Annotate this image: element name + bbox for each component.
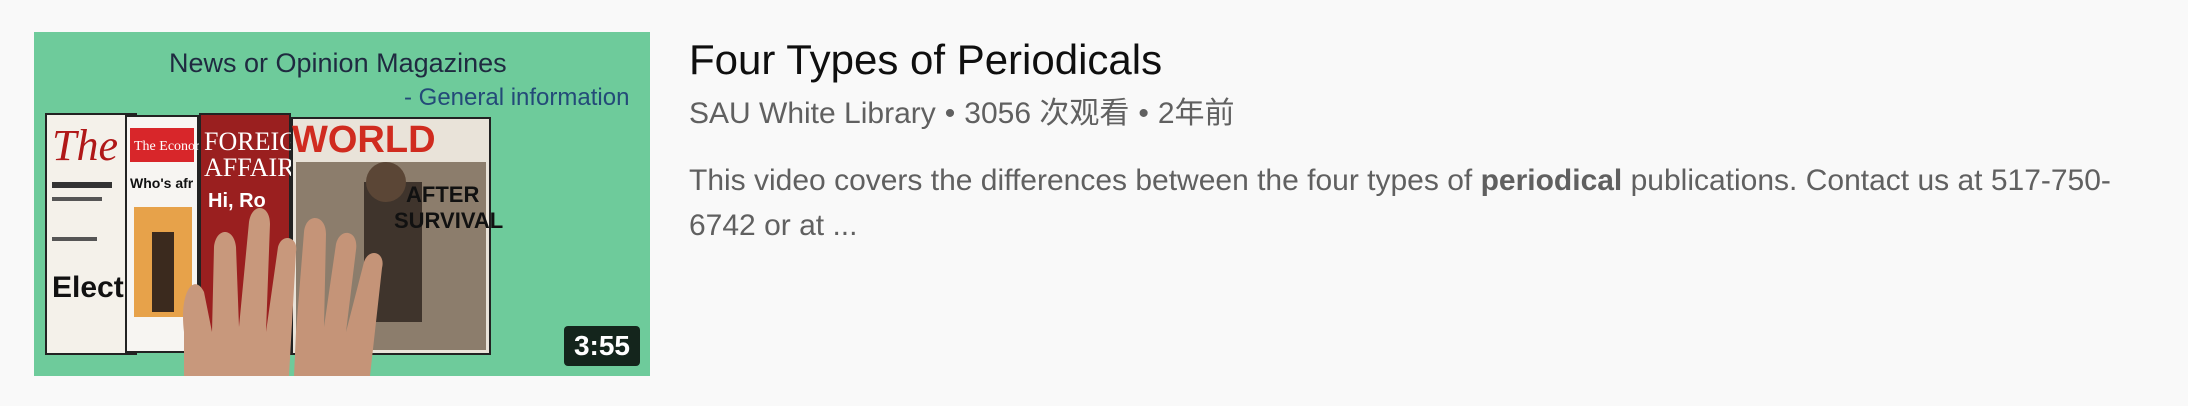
description-text: This video covers the differences betwee… — [689, 164, 1481, 197]
view-count: 3056 次观看 — [964, 97, 1130, 130]
video-metadata: SAU White Library • 3056 次观看 • 2年前 — [689, 94, 2169, 134]
meta-separator: • — [944, 97, 956, 130]
svg-text:Electi: Electi — [52, 271, 132, 304]
video-description: This video covers the differences betwee… — [689, 158, 2169, 248]
thumbnail-subheading: - General information — [404, 84, 630, 111]
svg-text:WORLD: WORLD — [292, 119, 436, 161]
svg-text:SURVIVAL: SURVIVAL — [394, 208, 503, 233]
svg-text:AFFAIR: AFFAIR — [204, 153, 295, 182]
channel-name-link[interactable]: SAU White Library — [689, 97, 936, 130]
svg-text:Who's afr: Who's afr — [130, 175, 194, 191]
upload-age: 2年前 — [1157, 97, 1235, 130]
video-info: Four Types of Periodicals SAU White Libr… — [689, 32, 2169, 248]
svg-text:FOREIG: FOREIG — [204, 127, 298, 156]
duration-badge: 3:55 — [563, 326, 640, 366]
video-title-link[interactable]: Four Types of Periodicals — [689, 32, 2169, 88]
description-highlight: periodical — [1480, 164, 1623, 197]
video-thumbnail[interactable]: The Atl Electi The Economist Who's afr F… — [34, 32, 650, 376]
svg-text:AFTER: AFTER — [406, 182, 479, 207]
video-result-row[interactable]: The Atl Electi The Economist Who's afr F… — [0, 0, 2188, 406]
meta-separator: • — [1138, 97, 1149, 130]
thumbnail-heading: News or Opinion Magazines — [169, 48, 507, 78]
